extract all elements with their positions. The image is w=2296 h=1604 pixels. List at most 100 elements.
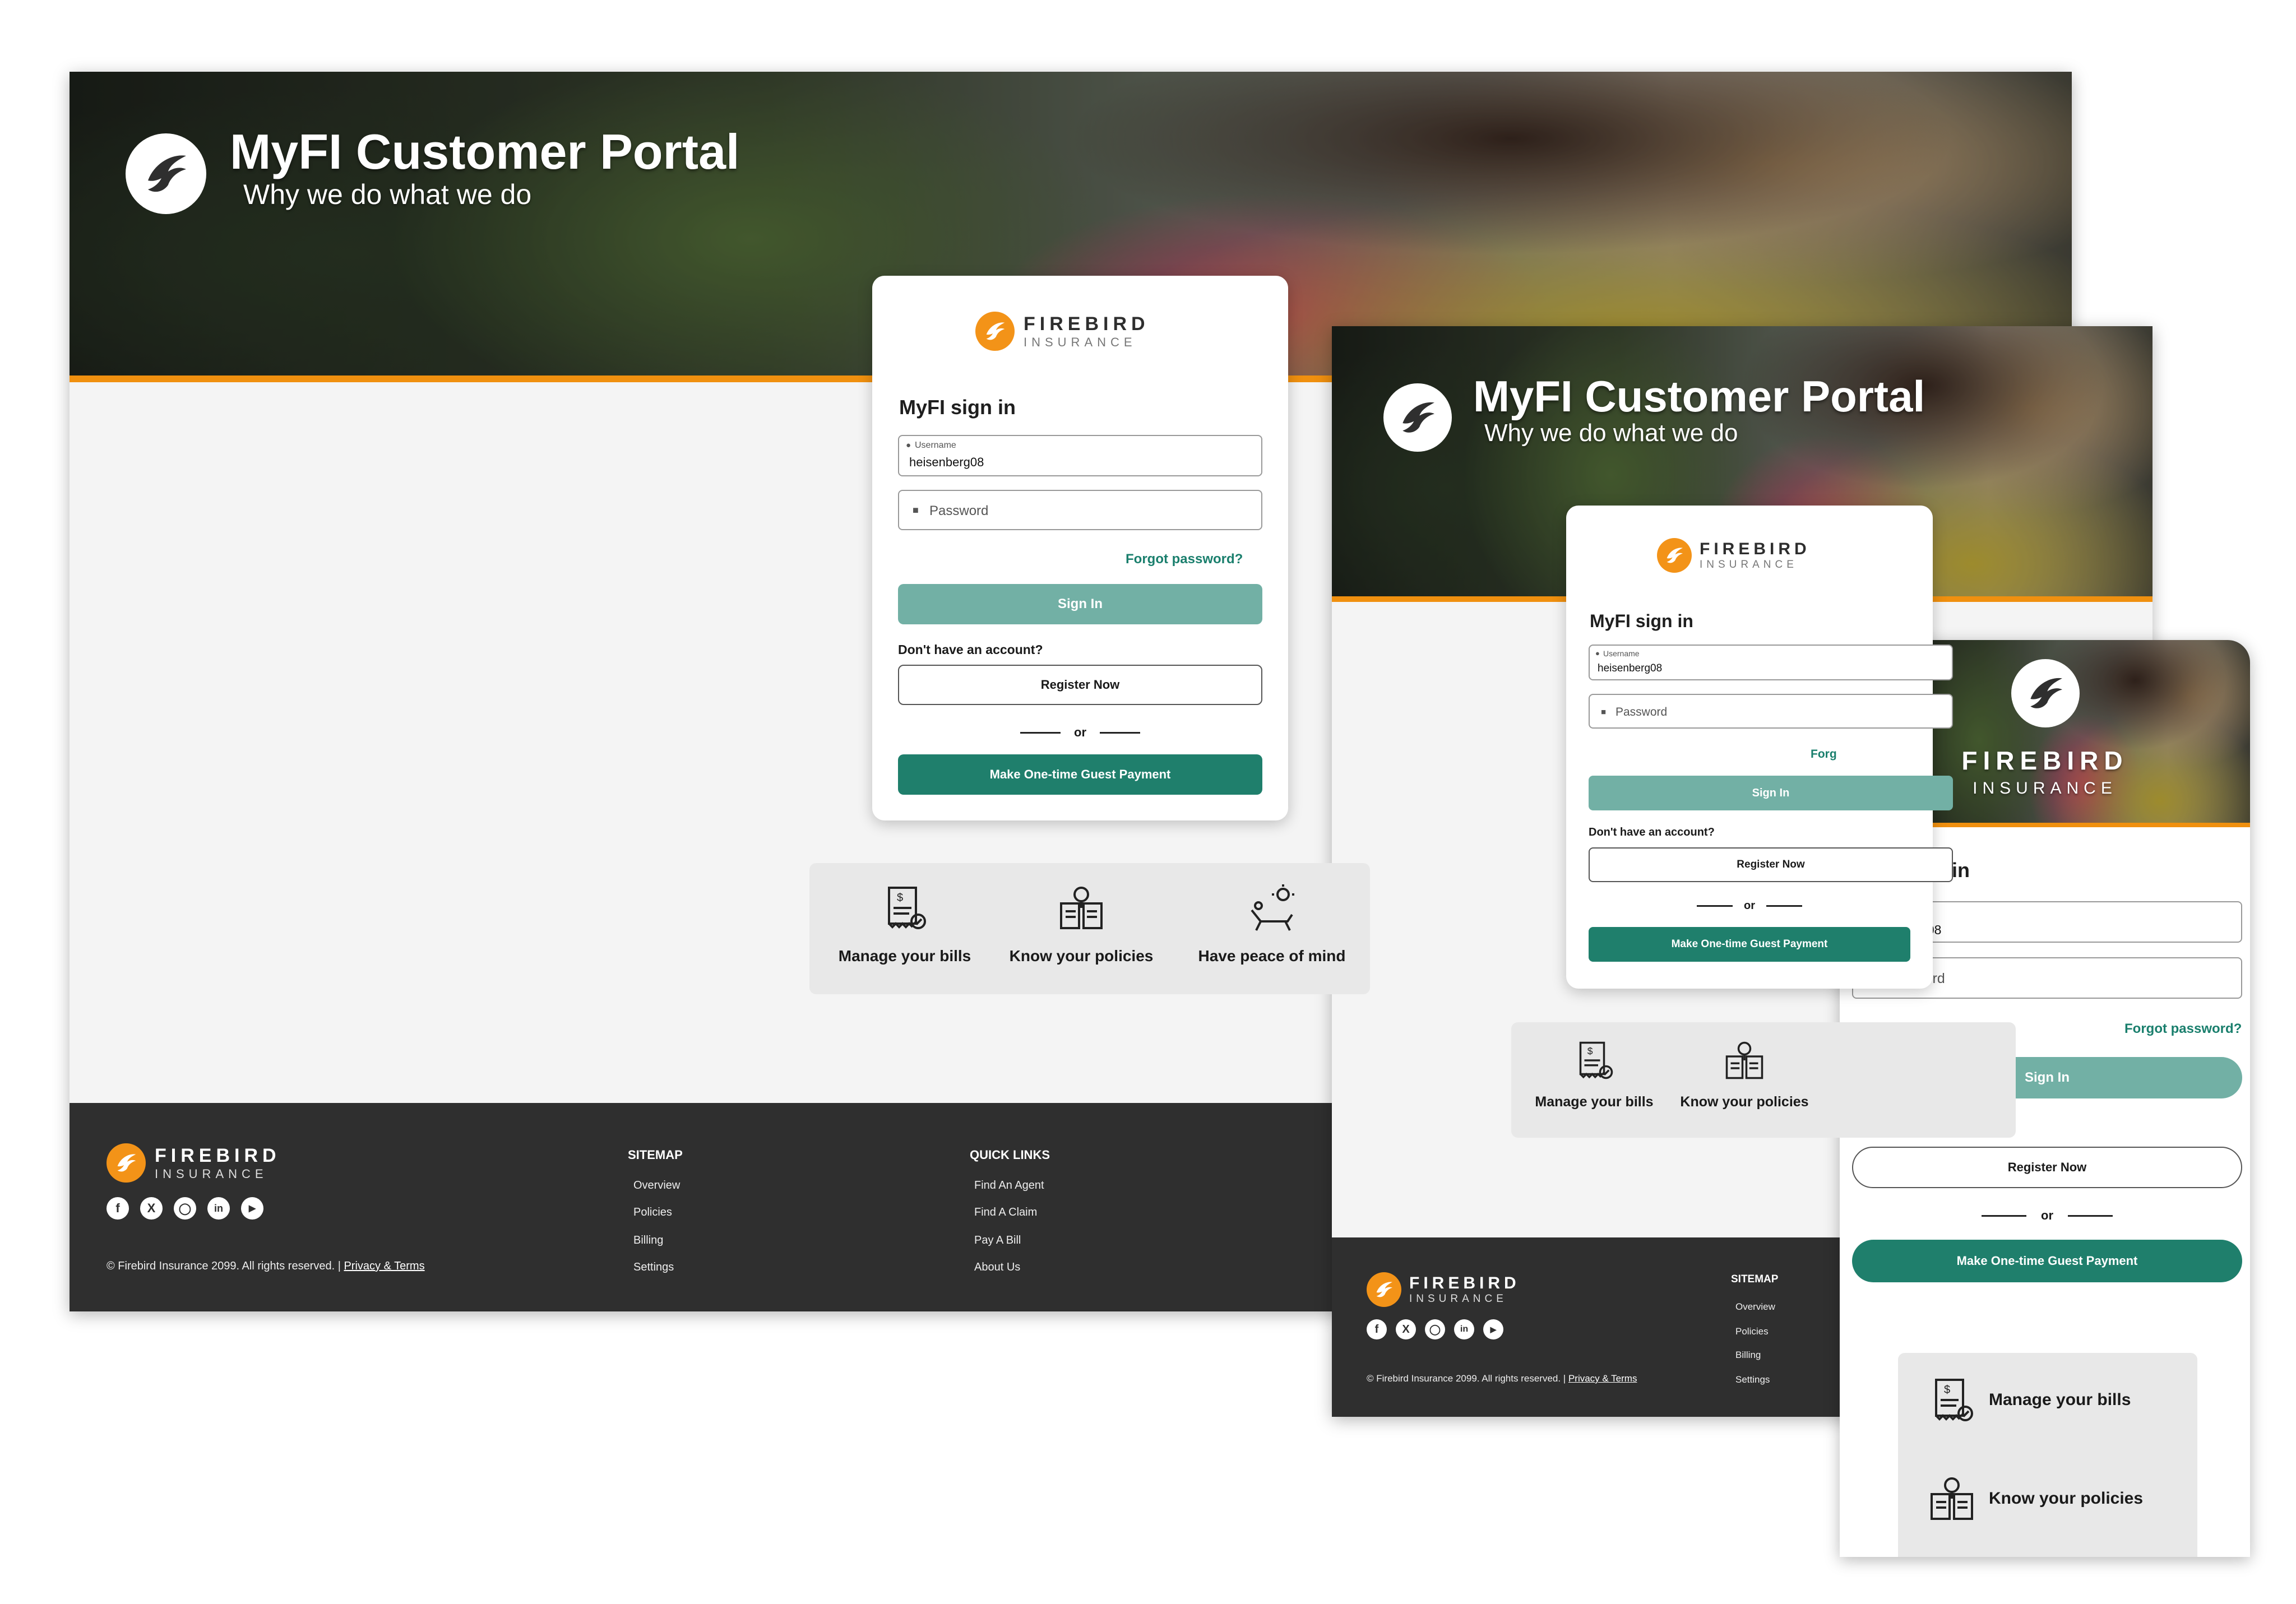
- x-icon[interactable]: X: [140, 1197, 163, 1220]
- or-divider: or: [1589, 898, 1910, 914]
- signin-title: MyFI sign in: [1590, 611, 1693, 631]
- password-placeholder: Password: [1615, 706, 1668, 718]
- privacy-link[interactable]: Privacy & Terms: [344, 1260, 424, 1272]
- firebird-mark-icon: [107, 1143, 146, 1183]
- sitemap-title: SITEMAP: [628, 1148, 683, 1162]
- quick-find-claim[interactable]: Find A Claim: [974, 1206, 1037, 1219]
- x-icon[interactable]: X: [1396, 1319, 1416, 1339]
- username-value: heisenberg08: [1598, 662, 1663, 674]
- firebird-logo-icon: [1383, 383, 1452, 452]
- forgot-password-link[interactable]: Forg: [1811, 748, 1837, 761]
- firebird-mark-icon: [1657, 538, 1692, 573]
- social-links: f X ◯ in ▶: [107, 1197, 275, 1220]
- bill-icon: $: [888, 887, 926, 929]
- social-links: f X ◯ in ▶: [1367, 1319, 1512, 1339]
- page-subtitle: Why we do what we do: [1484, 419, 1738, 447]
- linkedin-icon[interactable]: in: [207, 1197, 230, 1220]
- guest-payment-button[interactable]: Make One-time Guest Payment: [898, 754, 1262, 795]
- features-panel: $ Manage your bills Know your policies: [1898, 1353, 2197, 1557]
- feature-policies-label: Know your policies: [1989, 1489, 2144, 1508]
- quick-pay-bill[interactable]: Pay A Bill: [974, 1234, 1021, 1247]
- username-value: heisenberg08: [909, 455, 984, 469]
- feature-policies-label: Know your policies: [1009, 947, 1154, 965]
- or-text: or: [1074, 725, 1086, 739]
- feature-bills: $ Manage your bills: [1925, 1373, 2131, 1427]
- password-placeholder: Password: [929, 503, 989, 518]
- feature-policies: Know your policies: [1006, 881, 1157, 965]
- signin-card: FIREBIRD INSURANCE MyFI sign in ● Userna…: [1566, 506, 1953, 989]
- firebird-logo-icon: [2011, 659, 2080, 727]
- password-field[interactable]: ■ Password: [898, 490, 1262, 530]
- sitemap-billing[interactable]: Billing: [1735, 1350, 1761, 1361]
- sitemap-settings[interactable]: Settings: [1735, 1374, 1770, 1385]
- or-text: or: [1744, 899, 1755, 912]
- brand-name: FIREBIRD: [1700, 540, 1811, 558]
- no-account-text: Don't have an account?: [1589, 826, 1715, 838]
- brand-sub: INSURANCE: [1700, 559, 1798, 571]
- sitemap-overview[interactable]: Overview: [633, 1179, 680, 1192]
- register-button[interactable]: Register Now: [898, 665, 1262, 705]
- page-title: MyFI Customer Portal: [1473, 372, 1925, 421]
- features-panel: $ Manage your bills Know your policies H…: [809, 863, 1370, 994]
- footer-brand-sub: INSURANCE: [1409, 1293, 1507, 1305]
- forgot-password-link[interactable]: Forgot password?: [2124, 1021, 2242, 1037]
- policy-book-icon: [1725, 1041, 1763, 1079]
- sitemap-billing[interactable]: Billing: [633, 1234, 663, 1247]
- feature-bills: $ Manage your bills: [1531, 1037, 1657, 1110]
- feature-policies: Know your policies: [1925, 1472, 2143, 1526]
- register-button[interactable]: Register Now: [1852, 1147, 2242, 1188]
- register-button[interactable]: Register Now: [1589, 847, 1953, 882]
- footer-brand-name: FIREBIRD: [155, 1144, 281, 1166]
- signin-title: MyFI sign in: [899, 396, 1016, 419]
- username-label: Username: [1603, 649, 1640, 658]
- footer-brand-sub: INSURANCE: [155, 1166, 268, 1181]
- svg-text:$: $: [1587, 1046, 1593, 1057]
- user-icon: ●: [906, 441, 911, 450]
- sitemap-settings[interactable]: Settings: [633, 1261, 674, 1274]
- or-text: or: [2041, 1208, 2053, 1222]
- sitemap-overview[interactable]: Overview: [1735, 1301, 1775, 1313]
- username-field[interactable]: ● Username heisenberg08: [1589, 645, 1953, 680]
- no-account-text: Don't have an account?: [898, 642, 1043, 657]
- signin-button[interactable]: Sign In: [1589, 776, 1953, 810]
- policy-book-icon: [1931, 1477, 1973, 1520]
- guest-payment-button[interactable]: Make One-time Guest Payment: [1852, 1240, 2242, 1282]
- lock-icon: ■: [1601, 707, 1607, 717]
- bill-icon: $: [1579, 1041, 1613, 1079]
- copyright: © Firebird Insurance 2099. All rights re…: [1367, 1373, 1637, 1384]
- sitemap-policies[interactable]: Policies: [633, 1206, 672, 1219]
- username-field[interactable]: Username ● heisenberg08: [898, 435, 1262, 476]
- user-icon: ●: [1595, 649, 1600, 657]
- feature-bills-label: Manage your bills: [1535, 1094, 1654, 1110]
- features-panel: $ Manage your bills Know your policies: [1511, 1022, 2016, 1138]
- forgot-password-link[interactable]: Forgot password?: [1126, 551, 1243, 567]
- quick-find-agent[interactable]: Find An Agent: [974, 1179, 1044, 1192]
- quick-about-us[interactable]: About Us: [974, 1261, 1020, 1274]
- sitemap-policies[interactable]: Policies: [1735, 1326, 1769, 1337]
- guest-payment-button[interactable]: Make One-time Guest Payment: [1589, 927, 1910, 962]
- facebook-icon[interactable]: f: [107, 1197, 129, 1220]
- feature-policies-label: Know your policies: [1680, 1094, 1809, 1110]
- sitemap-title: SITEMAP: [1731, 1273, 1779, 1285]
- feature-bills-label: Manage your bills: [1989, 1390, 2131, 1409]
- youtube-icon[interactable]: ▶: [241, 1197, 263, 1220]
- privacy-link[interactable]: Privacy & Terms: [1568, 1373, 1637, 1384]
- brand-sub: INSURANCE: [1024, 335, 1137, 349]
- lounge-chair-icon: [1251, 884, 1294, 931]
- linkedin-icon[interactable]: in: [1454, 1319, 1474, 1339]
- signin-card: FIREBIRD INSURANCE MyFI sign in Username…: [872, 276, 1288, 820]
- youtube-icon[interactable]: ▶: [1483, 1319, 1503, 1339]
- instagram-icon[interactable]: ◯: [174, 1197, 196, 1220]
- feature-peace: Have peace of mind: [1191, 881, 1353, 965]
- card-brand: FIREBIRD INSURANCE: [975, 312, 1150, 351]
- password-field[interactable]: ■ Password: [1589, 694, 1953, 729]
- firebird-mark-icon: [1367, 1272, 1401, 1307]
- signin-button[interactable]: Sign In: [898, 584, 1262, 624]
- facebook-icon[interactable]: f: [1367, 1319, 1387, 1339]
- username-label: Username: [915, 441, 956, 450]
- copyright: © Firebird Insurance 2099. All rights re…: [107, 1260, 425, 1272]
- svg-text:$: $: [897, 892, 903, 904]
- instagram-icon[interactable]: ◯: [1425, 1319, 1445, 1339]
- feature-peace-label: Have peace of mind: [1198, 947, 1346, 965]
- feature-policies: Know your policies: [1677, 1037, 1812, 1110]
